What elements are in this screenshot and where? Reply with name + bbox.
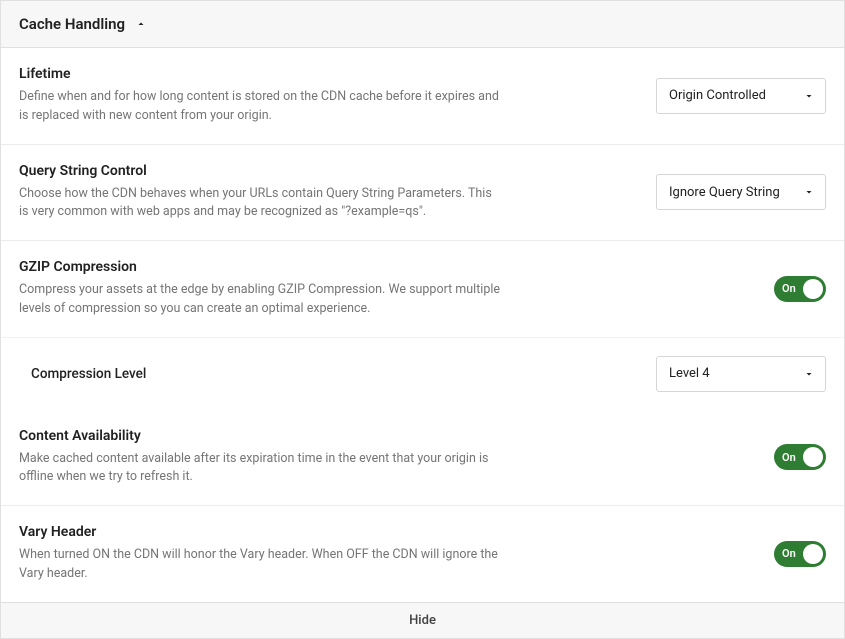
- setting-title: Content Availability: [19, 428, 502, 444]
- setting-row-lifetime: Lifetime Define when and for how long co…: [1, 48, 844, 145]
- setting-desc: Choose how the CDN behaves when your URL…: [19, 185, 502, 223]
- caret-up-icon: [135, 18, 147, 30]
- setting-desc: Make cached content available after its …: [19, 450, 502, 488]
- hide-label: Hide: [409, 613, 436, 628]
- setting-left: Query String Control Choose how the CDN …: [19, 163, 526, 223]
- setting-right: Ignore Query String: [526, 174, 826, 210]
- toggle-knob: [803, 279, 823, 299]
- setting-right: On: [526, 276, 826, 302]
- toggle-label: On: [782, 451, 796, 464]
- setting-left: Vary Header When turned ON the CDN will …: [19, 524, 526, 584]
- content-availability-toggle[interactable]: On: [774, 444, 826, 470]
- setting-right: Level 4: [526, 356, 826, 392]
- select-value: Level 4: [669, 366, 710, 381]
- setting-group-gzip: GZIP Compression Compress your assets at…: [1, 241, 844, 410]
- caret-down-icon: [803, 368, 815, 380]
- setting-title: Vary Header: [19, 524, 502, 540]
- setting-title: GZIP Compression: [19, 259, 502, 275]
- query-string-select[interactable]: Ignore Query String: [656, 174, 826, 210]
- setting-row-content-availability: Content Availability Make cached content…: [1, 410, 844, 507]
- setting-right: On: [526, 541, 826, 567]
- hide-button[interactable]: Hide: [1, 602, 844, 638]
- compression-level-select[interactable]: Level 4: [656, 356, 826, 392]
- setting-row-compression-level: Compression Level Level 4: [1, 337, 844, 410]
- panel-title: Cache Handling: [19, 15, 125, 33]
- setting-right: Origin Controlled: [526, 78, 826, 114]
- cache-handling-panel: Cache Handling Lifetime Define when and …: [0, 0, 845, 639]
- setting-right: On: [526, 444, 826, 470]
- setting-desc: Define when and for how long content is …: [19, 88, 502, 126]
- vary-header-toggle[interactable]: On: [774, 541, 826, 567]
- setting-title: Query String Control: [19, 163, 502, 179]
- setting-row-gzip: GZIP Compression Compress your assets at…: [1, 241, 844, 337]
- cache-handling-header[interactable]: Cache Handling: [1, 1, 844, 48]
- toggle-label: On: [782, 282, 796, 295]
- select-value: Ignore Query String: [669, 185, 780, 200]
- caret-down-icon: [803, 186, 815, 198]
- setting-row-query-string: Query String Control Choose how the CDN …: [1, 145, 844, 242]
- lifetime-select[interactable]: Origin Controlled: [656, 78, 826, 114]
- setting-desc: Compress your assets at the edge by enab…: [19, 281, 502, 319]
- setting-left: Lifetime Define when and for how long co…: [19, 66, 526, 126]
- sub-setting-title: Compression Level: [31, 366, 502, 382]
- setting-left: Content Availability Make cached content…: [19, 428, 526, 488]
- gzip-toggle[interactable]: On: [774, 276, 826, 302]
- setting-row-vary-header: Vary Header When turned ON the CDN will …: [1, 506, 844, 602]
- toggle-knob: [803, 447, 823, 467]
- setting-title: Lifetime: [19, 66, 502, 82]
- setting-left: Compression Level: [31, 366, 526, 382]
- setting-left: GZIP Compression Compress your assets at…: [19, 259, 526, 319]
- toggle-knob: [803, 544, 823, 564]
- panel-body: Lifetime Define when and for how long co…: [1, 48, 844, 638]
- toggle-label: On: [782, 547, 796, 560]
- caret-down-icon: [803, 90, 815, 102]
- setting-desc: When turned ON the CDN will honor the Va…: [19, 546, 502, 584]
- select-value: Origin Controlled: [669, 88, 766, 103]
